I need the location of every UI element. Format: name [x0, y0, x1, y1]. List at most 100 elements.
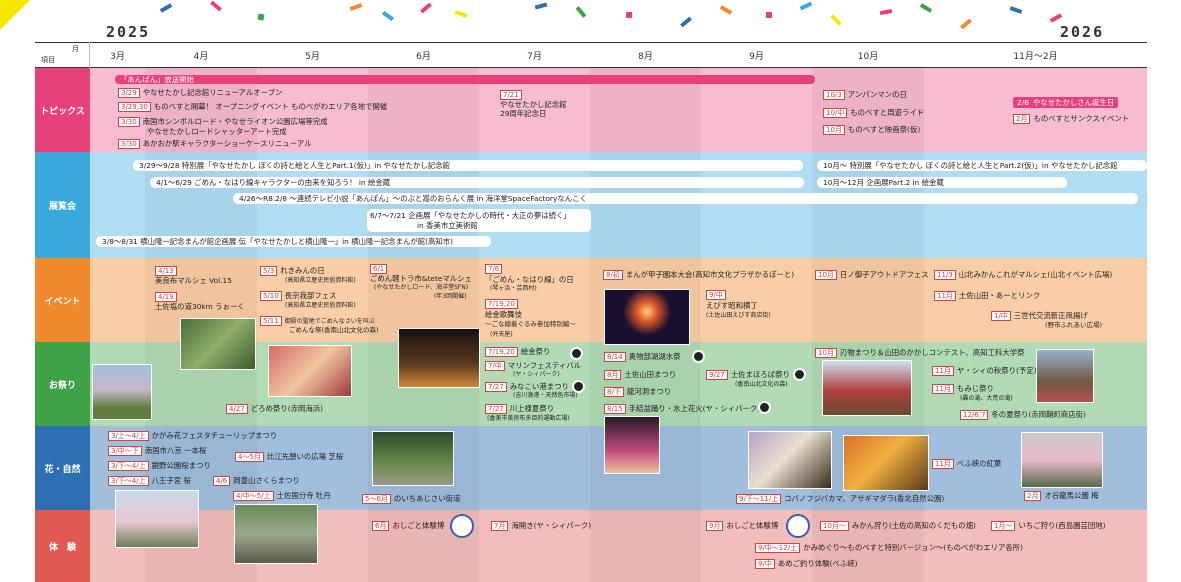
month-3: 3月 — [110, 52, 125, 62]
topic-entry: 2月 ものべすとサンクスイベント — [1013, 114, 1129, 124]
oshigoto-logo-icon — [450, 514, 474, 538]
experience-entry: 10月～ みかん狩り(土佐の高知のくだもの畑) — [820, 521, 976, 531]
festival-entry: 8/14 奥物部湖湖水祭 — [604, 352, 680, 362]
month-4: 4月 — [193, 52, 209, 62]
festival-entry: 10月 刃物まつり＆山田のかかしコンテスト、高知工科大学祭 — [815, 348, 1025, 358]
topic-entry: 3/29,30 ものべすと開幕！ オープニングイベント ものべがわエリア各地で開催 — [118, 102, 387, 112]
photo-plum-blossom — [1021, 432, 1103, 488]
corner-item-label: 項目 — [41, 56, 55, 64]
nature-entry: 3/下～4/上 八王子宮 桜 — [108, 476, 191, 486]
event-entry: 5/10 長宗我部フェス — [260, 291, 336, 301]
nature-entry: 3/下～4/上 鏡野公園桜まつり — [108, 461, 211, 471]
experience-entry: 9月 おしごと体験博 — [706, 521, 778, 531]
topic-entry: 3/30 南国市シンボルロード・やなせライオン公園広場等完成 — [118, 117, 328, 127]
experience-entry: 9/中～12/上 かみめぐり～ものべすと特別バージョン～(ものべがわエリア各所) — [755, 543, 1023, 553]
event-entry-sub: (琴ヶ浜・芸西村) — [490, 285, 537, 292]
event-entry: 8/初 まんが甲子園本大会(高知市文化プラザかるぽーと) — [603, 270, 794, 280]
photo-temple-garden — [372, 431, 454, 486]
row-label-exhibits: 展覧会 — [35, 152, 90, 258]
event-entry: 11/3 山北みかんこれがマルシェ(山北イベント広場) — [934, 270, 1112, 280]
event-entry-sub: (弁天座) — [490, 331, 513, 338]
event-entry: 9/中 — [706, 290, 729, 300]
exhibit-bar: 3/29～9/28 特別展「やなせたかし ぼくの詩と絵と人生とPart.1(仮)… — [133, 160, 803, 171]
row-label-topics: トピックス — [35, 68, 90, 152]
festival-entry: 7/19,20 絵金祭り — [485, 347, 550, 357]
exhibit-bar: 4/26～R8.2/8 ～連続テレビ小説「あんぱん」～のぶと嵩のおらんく展 in… — [233, 193, 1138, 204]
experience-entry: 7月 海開き(ヤ・シィパーク) — [491, 521, 591, 531]
photo-salt-road — [180, 318, 256, 370]
photo-bon-dance — [604, 416, 660, 474]
event-entry: 7/19,20 — [485, 299, 521, 309]
event-entry-sub: (高知県立歴史民俗資料館) — [285, 277, 356, 284]
topic-entry: 10月 ものべすと映画祭(仮) — [823, 125, 920, 135]
photo-butterfly — [748, 431, 832, 489]
photo-cherry-blossom — [115, 490, 199, 548]
event-entry-sub: (土佐山田えびす商店街) — [706, 312, 771, 319]
festival-badge-icon — [758, 401, 771, 414]
year-right: 2026 — [1060, 23, 1105, 41]
nature-entry: 4/中～5/上 土佐国分寺 牡丹 — [233, 491, 331, 501]
festival-entry: 8月 土佐山田まつり — [604, 370, 676, 380]
nature-entry: 9/下～11/上 コバノフジバカマ、アサギマダラ(香北自然公園) — [736, 494, 944, 504]
event-entry: 10月 日ノ御子アウトドアフェス — [815, 270, 929, 280]
event-entry: 5/11 御厨の聖地でごめんなさいを叫ぶ — [260, 316, 375, 326]
event-entry-sub: えびす昭和横丁 — [706, 301, 758, 310]
nature-entry: 5～6月 のいちあじさい街道 — [362, 494, 460, 504]
festival-badge-icon — [572, 380, 585, 393]
topic-entry-sub: やなせたかしロードシャッターアート完成 — [147, 127, 287, 136]
exhibit-bar: 3/8～8/31 横山隆一記念まんが館企画展 伝「やなせたかしと横山隆一」in … — [96, 236, 491, 247]
anpan-broadcast-label: 「あんぱん」放送開始 — [120, 75, 194, 84]
exhibit-bar: 4/1～6/29 ごめん・なはり線キャラクターの由来を知ろう！ in 絵金蔵 — [150, 177, 804, 188]
nature-entry: 2月 オ谷龍馬公園 梅 — [1024, 491, 1099, 501]
topic-entry: 10/中 ものべすと周遊ライド — [823, 108, 924, 118]
exhibit-bar: 10月～12月 企画展Part.2 in 絵金蔵 — [817, 177, 1067, 188]
event-entry-sub: (高知県立歴史民俗資料館) — [285, 302, 356, 309]
topic-entry: 10/3 アンパンマンの日 — [823, 90, 907, 100]
event-entry: 4/19 土佐塩の道30km うぉーく — [155, 292, 245, 311]
event-entry-sub: 「ごめん・なはり線」の日 — [485, 275, 574, 284]
month-8: 8月 — [638, 52, 653, 62]
event-entry: 6/1 ごめん軽トラ市&teteマルシェ — [370, 264, 472, 283]
exhibit-box-line: in 香美市立美術館 — [417, 221, 478, 230]
month-6: 6月 — [416, 52, 431, 62]
festival-entry-sub: (香美市美良布多目的運動広場) — [487, 415, 570, 422]
topic-anniversary: 7/21 やなせたかし記念館 29周年記念日 — [500, 90, 567, 118]
row-label-events: イベント — [35, 258, 90, 342]
event-entry: 4/13 美良布マルシェ Vol.15 — [155, 266, 232, 285]
experience-entry: 9/中 あめご釣り体験(べふ峡) — [755, 559, 858, 569]
month-9: 9月 — [749, 52, 764, 62]
month-7: 7月 — [527, 52, 542, 62]
nature-entry: 3/中～下 南国市八京 一本桜 — [108, 446, 206, 456]
festival-entry: 9/27 土佐まほろば祭り — [706, 370, 790, 380]
anpan-broadcast-bar — [115, 75, 815, 84]
nature-entry: 11月 べふ峡の紅葉 — [932, 459, 1001, 469]
exhibit-box-line: 6/7～7/21 企画展「やなせたかしの時代・大正の夢は続く」 — [370, 211, 571, 220]
nature-entry: 3/上～4/上 かがみ花フェスタチューリップまつり — [108, 431, 277, 441]
event-entry-sub: (やなせたかしロード、海洋堂SFN) — [374, 284, 469, 291]
festival-entry-sub: (香南山北文化の森) — [735, 381, 788, 388]
event-entry: 11月 土佐山田・あーとリンク — [934, 291, 1040, 301]
event-entry-sub: (年3回開催) — [434, 293, 467, 300]
row-label-festivals: お祭り — [35, 342, 90, 426]
photo-festival-crowd — [268, 345, 352, 397]
corner-accent — [0, 0, 30, 30]
photo-autumn-leaves — [843, 435, 929, 491]
photo-night-town — [398, 328, 480, 388]
year-left: 2025 — [106, 23, 151, 41]
experience-entry: 6月 おしごと体験博 — [372, 521, 444, 531]
header-corner: 月 項目 — [35, 42, 90, 68]
festival-entry-sub: (ヤ・シィパーク) — [513, 371, 560, 378]
photo-fireworks — [604, 289, 690, 345]
experience-entry: 1月～ いちご狩り(西島園芸団地) — [991, 521, 1106, 531]
festival-badge-icon — [570, 347, 583, 360]
row-label-nature: 花・自然 — [35, 426, 90, 510]
festival-entry: 7/27 川上様夏祭り — [485, 404, 554, 414]
festival-entry-sub: (吉川漁港・天然色市場) — [513, 392, 578, 399]
topic-entry: 3/29 やなせたかし記念館リニューアルオープン — [118, 88, 282, 98]
photo-market — [822, 360, 912, 416]
festival-entry: 11月 もみじ祭り — [932, 384, 994, 394]
month-11-2: 11月～2月 — [1013, 52, 1058, 62]
festival-badge-icon — [793, 368, 806, 381]
event-entry: 7/6 — [485, 264, 505, 274]
festival-entry: 8/15 手結盆踊り・水上花火(ヤ・シィパーク) — [604, 404, 760, 414]
